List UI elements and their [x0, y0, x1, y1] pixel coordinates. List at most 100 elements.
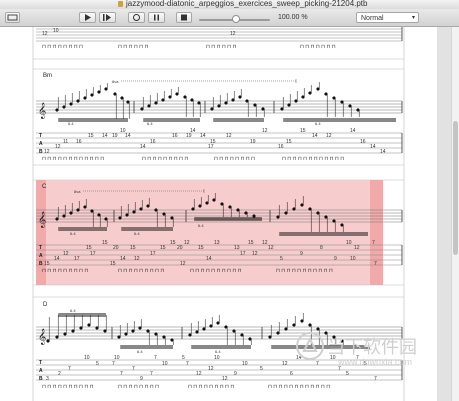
tab-note: 12	[282, 361, 288, 367]
print-button[interactable]	[5, 12, 20, 23]
vertical-scrollbar[interactable]	[451, 27, 459, 401]
tab-note: 7	[132, 366, 135, 372]
bm-system: Bm 8va 𝄞 6.4 6.4 6.4 TAB 10 14 12 15 14 …	[36, 73, 403, 162]
tab-note: 6	[290, 371, 293, 377]
svg-text:⊓ ⊓ ⊓ ⊓ ⊓ ⊓ ⊓ ⊓ ⊓: ⊓ ⊓ ⊓ ⊓ ⊓ ⊓ ⊓ ⊓ ⊓	[142, 156, 188, 162]
tab-note: 5	[182, 355, 185, 361]
tab-note: 12	[196, 371, 202, 377]
tab-note: 3	[46, 376, 49, 382]
tab-note: 16	[150, 139, 156, 145]
tuplet-mark: 6.4	[198, 223, 204, 228]
tab-note: 13	[214, 240, 220, 246]
svg-text:⊓ ⊓ ⊓ ⊓ ⊓ ⊓: ⊓ ⊓ ⊓ ⊓ ⊓ ⊓	[118, 44, 148, 50]
tab-note: 15	[88, 133, 94, 139]
tab-note: 14	[380, 149, 386, 155]
tab-note: 7	[120, 371, 123, 377]
tab-note: 19	[112, 133, 118, 139]
tab-note: 15	[44, 261, 50, 267]
play-button[interactable]	[79, 12, 96, 23]
window-title: jazzymood-diatonic_arpeggios_exercices_s…	[126, 0, 368, 8]
svg-text:⊓ ⊓ ⊓ ⊓ ⊓ ⊓ ⊓ ⊓ ⊓: ⊓ ⊓ ⊓ ⊓ ⊓ ⊓ ⊓ ⊓ ⊓	[42, 268, 88, 274]
tab-note: 17	[74, 256, 80, 262]
watermark-url: www.downxia.com	[338, 357, 413, 367]
tab-note: 7	[374, 261, 377, 267]
tab-note: 10	[114, 355, 120, 361]
tab-note: 20	[113, 245, 119, 251]
tab-note: 10	[162, 361, 168, 367]
tab-note: 5	[280, 256, 283, 262]
chevron-down-icon: ▾	[411, 15, 415, 21]
tab-note: 7	[150, 371, 153, 377]
tab-note: 15	[170, 240, 176, 246]
tab-note: 19	[250, 139, 256, 145]
tab-note: 14	[102, 133, 108, 139]
print-icon	[7, 14, 18, 21]
svg-text:⊓ ⊓ ⊓ ⊓ ⊓ ⊓ ⊓ ⊓ ⊓ ⊓: ⊓ ⊓ ⊓ ⊓ ⊓ ⊓ ⊓ ⊓ ⊓ ⊓	[190, 268, 242, 274]
tab-note: 14	[370, 144, 376, 150]
tab-note: 7	[154, 355, 157, 361]
tuplet-mark: 6.4	[147, 121, 153, 126]
play-from-start-button[interactable]	[99, 12, 116, 23]
stop-button[interactable]	[176, 12, 192, 23]
tab-note: 12	[252, 251, 258, 257]
tab-note: 10	[84, 355, 90, 361]
chord-label: C	[42, 184, 47, 190]
zoom-slider-handle[interactable]	[232, 15, 240, 23]
tab-note: 12	[55, 144, 61, 150]
tab-note: 15	[248, 240, 254, 246]
tab-note: 12	[226, 133, 232, 139]
tab-note: 12	[268, 245, 274, 251]
tab-note: 13	[234, 245, 240, 251]
chord-label: Bm	[43, 73, 52, 79]
svg-text:T: T	[39, 360, 42, 366]
treble-clef-icon: 𝄞	[38, 103, 46, 119]
svg-text:8va: 8va	[112, 79, 119, 84]
tab-note: 16	[76, 139, 82, 145]
tuplet-mark: 6.4	[315, 121, 321, 126]
tab-note: 16	[360, 139, 366, 145]
loop-icon	[133, 14, 140, 21]
tab-note: 17	[208, 144, 214, 150]
tab-note: 9	[334, 256, 337, 262]
svg-text:A: A	[39, 141, 43, 147]
svg-text:⊓ ⊓ ⊓ ⊓ ⊓ ⊓ ⊓ ⊓: ⊓ ⊓ ⊓ ⊓ ⊓ ⊓ ⊓ ⊓	[118, 384, 159, 390]
svg-text:B: B	[39, 376, 43, 382]
svg-text:⊓ ⊓ ⊓ ⊓ ⊓ ⊓ ⊓ ⊓: ⊓ ⊓ ⊓ ⊓ ⊓ ⊓ ⊓ ⊓	[214, 156, 255, 162]
tab-note: 12	[354, 245, 360, 251]
tab-note: 16	[172, 133, 178, 139]
watermark-logo-icon	[296, 332, 324, 360]
tab-note: 12	[326, 133, 332, 139]
tab-note: 15	[198, 245, 204, 251]
tab-note: 12	[230, 31, 236, 37]
treble-clef-icon: 𝄞	[38, 212, 46, 228]
tab-note: 2	[58, 371, 61, 377]
view-mode-select[interactable]: Normal ▾	[356, 12, 419, 23]
tab-note: 11	[63, 139, 68, 145]
tab-note: 12	[208, 366, 214, 372]
tab-note: 20	[177, 245, 183, 251]
tab-note: 16	[278, 144, 284, 150]
tab-note: 10	[242, 361, 248, 367]
stop-icon	[181, 14, 187, 21]
svg-text:8va: 8va	[74, 189, 81, 194]
tab-note: 15	[110, 261, 116, 267]
scrollbar-thumb[interactable]	[453, 121, 458, 255]
tab-note: 9	[140, 376, 143, 382]
tab-note: 7	[68, 366, 71, 372]
tab-note: 7	[112, 361, 115, 367]
tab-note: 7	[372, 240, 375, 246]
treble-clef-icon: 𝄞	[38, 329, 46, 345]
skip-back-play-icon	[103, 14, 111, 21]
loop-button[interactable]	[128, 12, 145, 23]
c-system[interactable]: C 8va 𝄞 6.4 6.4 6.4 TAB 15 15 12 13 15 1…	[36, 180, 403, 285]
tab-note: 14	[312, 133, 318, 139]
tuplet-mark: 6.4	[70, 231, 76, 236]
tab-note: 8	[320, 245, 323, 251]
svg-text:⊓ ⊓ ⊓ ⊓ ⊓ ⊓ ⊓: ⊓ ⊓ ⊓ ⊓ ⊓ ⊓ ⊓	[300, 44, 336, 50]
pause-button[interactable]	[148, 12, 165, 23]
tuplet-mark: 6.4	[137, 349, 143, 354]
svg-text:T: T	[39, 245, 42, 251]
tab-note: 5	[260, 366, 263, 372]
view-mode-value: Normal	[361, 15, 384, 22]
tuplet-mark: 6.4	[70, 308, 76, 313]
